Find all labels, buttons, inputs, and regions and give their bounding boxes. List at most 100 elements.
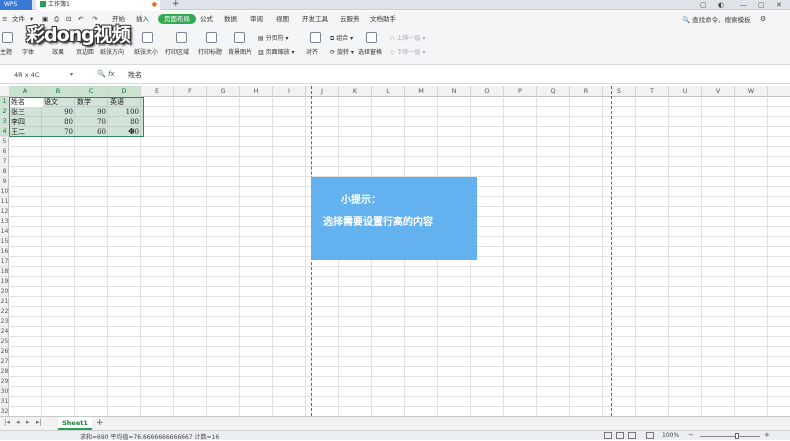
font-button[interactable]: 字体 bbox=[22, 47, 34, 56]
row-header[interactable]: 24 bbox=[0, 327, 9, 337]
table-cell[interactable]: 80 bbox=[108, 117, 141, 127]
group-button[interactable]: ⧉ 组合 ▾ bbox=[330, 33, 353, 43]
row-header[interactable]: 23 bbox=[0, 317, 9, 327]
menu-cloud[interactable]: 云服务 bbox=[340, 14, 360, 24]
column-header[interactable]: V bbox=[702, 86, 735, 97]
print-title-button[interactable]: 打印标题 bbox=[198, 47, 222, 56]
first-sheet-icon[interactable]: |◂ bbox=[4, 418, 10, 426]
column-header[interactable]: F bbox=[174, 86, 207, 97]
row-header[interactable]: 15 bbox=[0, 237, 9, 247]
zoom-slider[interactable] bbox=[700, 436, 760, 437]
table-cell[interactable]: 80 bbox=[42, 117, 75, 127]
row-header[interactable]: 30 bbox=[0, 387, 9, 397]
zoom-icon[interactable]: 🔍 bbox=[97, 70, 106, 78]
row-header[interactable]: 7 bbox=[0, 157, 9, 167]
print-title-icon[interactable] bbox=[206, 32, 217, 43]
orientation-button[interactable]: 纸张方向 bbox=[100, 47, 124, 56]
workbook-tab[interactable]: 工作簿1 ● bbox=[36, 0, 160, 10]
selection-pane-button[interactable]: 选择窗格 bbox=[358, 47, 382, 56]
row-header[interactable]: 20 bbox=[0, 287, 9, 297]
menu-data[interactable]: 数据 bbox=[224, 14, 237, 24]
row-header[interactable]: 25 bbox=[0, 337, 9, 347]
table-cell[interactable]: 李四 bbox=[9, 117, 42, 127]
table-cell[interactable]: 70 bbox=[75, 117, 108, 127]
full-screen-icon[interactable] bbox=[646, 432, 654, 439]
row-header[interactable]: 6 bbox=[0, 147, 9, 157]
row-header[interactable]: 26 bbox=[0, 347, 9, 357]
tab-close-icon[interactable]: ● bbox=[152, 0, 157, 10]
move-up-button[interactable]: ◇ 上移一层 ▾ bbox=[390, 33, 425, 42]
table-cell[interactable]: 张三 bbox=[9, 107, 42, 117]
column-header[interactable]: L bbox=[372, 86, 405, 97]
normal-view-icon[interactable] bbox=[604, 432, 612, 439]
column-header[interactable]: W bbox=[735, 86, 768, 97]
row-header[interactable]: 18 bbox=[0, 267, 9, 277]
rotate-button[interactable]: ⟳ 旋转 ▾ bbox=[330, 47, 354, 56]
settings-icon[interactable]: ⚙ bbox=[760, 14, 766, 24]
row-header[interactable]: 29 bbox=[0, 377, 9, 387]
row-header[interactable]: 32 bbox=[0, 407, 9, 416]
table-header-cell[interactable]: 数学 bbox=[75, 97, 108, 107]
close-icon[interactable]: ✕ bbox=[776, 0, 782, 10]
row-header[interactable]: 10 bbox=[0, 187, 9, 197]
page-break-button[interactable]: ▤ 分页符 ▾ bbox=[258, 33, 289, 42]
row-header[interactable]: 2 bbox=[0, 107, 9, 117]
column-header[interactable]: O bbox=[471, 86, 504, 97]
zoom-in-icon[interactable]: + bbox=[764, 431, 770, 439]
command-search[interactable]: 🔍 查找命令、搜索模板 bbox=[682, 14, 751, 24]
menu-view[interactable]: 视图 bbox=[276, 14, 289, 24]
print-area-button[interactable]: 打印区域 bbox=[165, 47, 189, 56]
column-header[interactable]: P bbox=[504, 86, 537, 97]
margin-button[interactable]: 页边距 bbox=[76, 47, 94, 56]
skin-icon[interactable]: ◐ bbox=[718, 0, 724, 10]
row-header[interactable]: 14 bbox=[0, 227, 9, 237]
paper-size-icon[interactable] bbox=[142, 32, 153, 43]
column-header[interactable]: E bbox=[141, 86, 174, 97]
row-header[interactable]: 31 bbox=[0, 397, 9, 407]
name-box[interactable]: 4R x 4C bbox=[14, 70, 76, 81]
page-zoom-button[interactable]: ▥ 页面缩放 ▾ bbox=[258, 47, 295, 56]
add-sheet-button[interactable]: + bbox=[96, 417, 104, 429]
column-header[interactable]: B bbox=[42, 86, 75, 97]
menu-file[interactable]: 文件 bbox=[12, 14, 25, 24]
column-header[interactable]: Q bbox=[537, 86, 570, 97]
window-icon[interactable]: ▢ bbox=[700, 0, 707, 10]
selection-pane-icon[interactable] bbox=[366, 32, 377, 43]
column-header[interactable]: S bbox=[603, 86, 636, 97]
formula-input[interactable]: 姓名 bbox=[128, 70, 142, 80]
menu-developer[interactable]: 开发工具 bbox=[302, 14, 328, 24]
background-image-icon[interactable] bbox=[234, 32, 245, 43]
hamburger-icon[interactable]: ≡ bbox=[2, 14, 7, 24]
row-header[interactable]: 5 bbox=[0, 137, 9, 147]
row-header[interactable]: 28 bbox=[0, 367, 9, 377]
print-area-icon[interactable] bbox=[176, 32, 187, 43]
row-header[interactable]: 27 bbox=[0, 357, 9, 367]
maximize-icon[interactable]: ▢ bbox=[758, 0, 765, 10]
effect-button[interactable]: 效果 bbox=[52, 47, 64, 56]
column-header[interactable]: M bbox=[405, 86, 438, 97]
new-tab-button[interactable]: + bbox=[168, 0, 182, 10]
row-header[interactable]: 3 bbox=[0, 117, 9, 127]
zoom-slider-handle[interactable] bbox=[735, 433, 739, 439]
column-header[interactable]: H bbox=[240, 86, 273, 97]
row-header[interactable]: 19 bbox=[0, 277, 9, 287]
wps-home-tab[interactable]: WPS bbox=[0, 0, 32, 10]
theme-button[interactable]: 主题 bbox=[0, 47, 12, 56]
align-icon[interactable] bbox=[310, 32, 321, 43]
page-layout-view-icon[interactable] bbox=[616, 432, 624, 439]
align-button[interactable]: 对齐 bbox=[306, 47, 318, 56]
row-header[interactable]: 13 bbox=[0, 217, 9, 227]
row-header[interactable]: 1 bbox=[0, 97, 9, 107]
prev-sheet-icon[interactable]: ◂ bbox=[16, 418, 20, 426]
table-cell[interactable]: 60 bbox=[75, 127, 108, 137]
column-header[interactable]: A bbox=[9, 86, 42, 97]
name-box-dropdown-icon[interactable]: ▾ bbox=[70, 71, 73, 78]
column-header[interactable]: R bbox=[570, 86, 603, 97]
row-header[interactable]: 12 bbox=[0, 207, 9, 217]
zoom-level[interactable]: 100% bbox=[662, 432, 679, 439]
column-header[interactable]: K bbox=[339, 86, 372, 97]
column-header[interactable]: C bbox=[75, 86, 108, 97]
row-header[interactable]: 9 bbox=[0, 177, 9, 187]
background-image-button[interactable]: 背景图片 bbox=[228, 47, 252, 56]
page-break-view-icon[interactable] bbox=[628, 432, 636, 439]
